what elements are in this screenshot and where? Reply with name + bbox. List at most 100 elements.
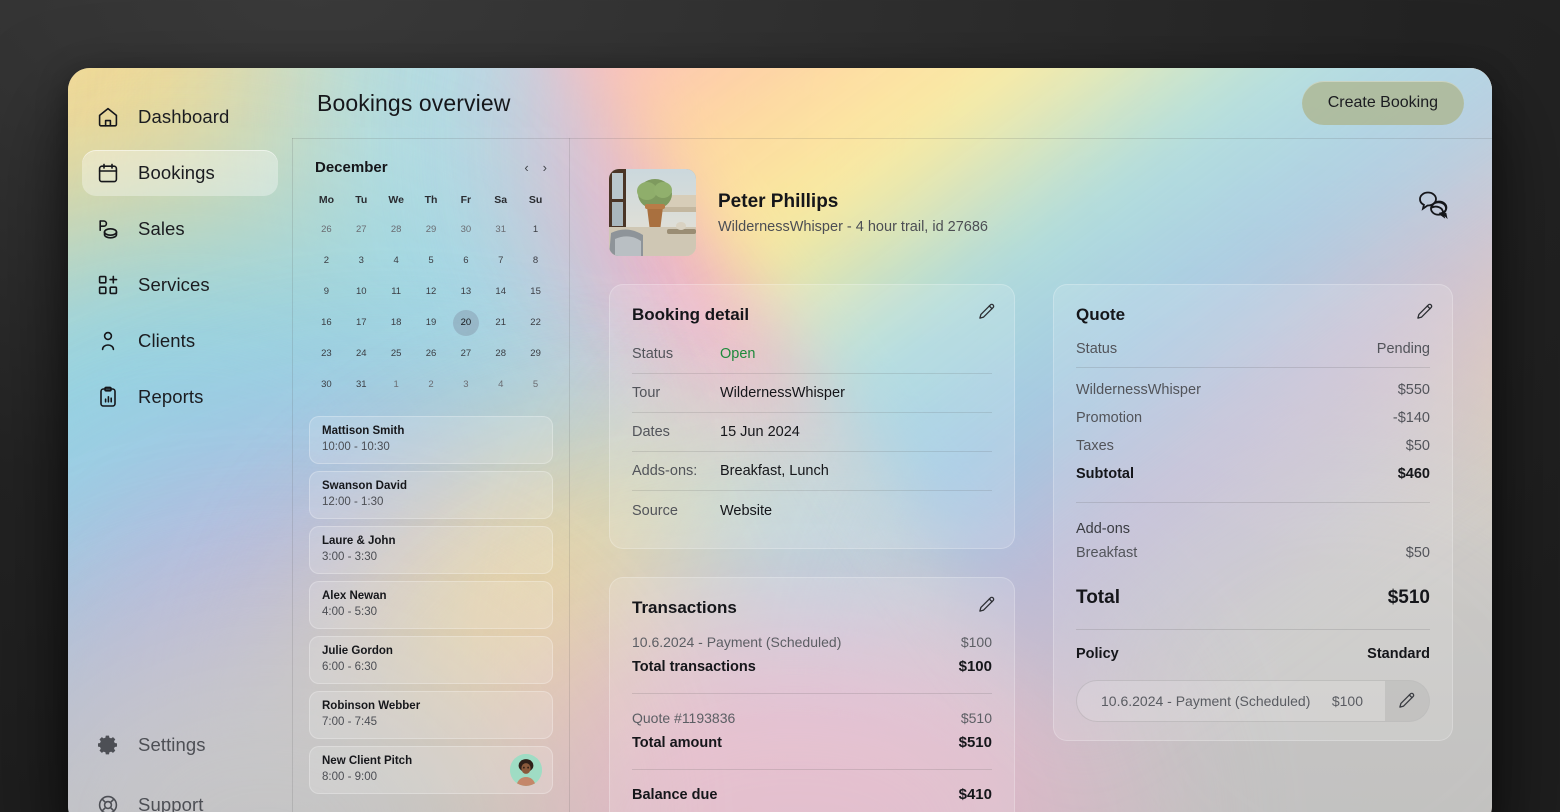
booking-detail-edit-icon[interactable] xyxy=(978,303,996,321)
booking-thumbnail xyxy=(609,169,696,256)
calendar-day[interactable]: 29 xyxy=(414,216,449,243)
calendar-day[interactable]: 29 xyxy=(518,340,553,367)
transaction-amount: $100 xyxy=(960,634,992,650)
calendar-day[interactable]: 4 xyxy=(483,371,518,398)
calendar-day[interactable]: 24 xyxy=(344,340,379,367)
appointment-item[interactable]: Robinson Webber 7:00 - 7:45 xyxy=(309,691,553,739)
calendar-header: December ‹ › xyxy=(309,157,553,176)
chevron-left-icon[interactable]: ‹ xyxy=(524,161,528,174)
sidebar-item-settings[interactable]: Settings xyxy=(82,722,278,768)
calendar-day[interactable]: 30 xyxy=(309,371,344,398)
chevron-right-icon[interactable]: › xyxy=(543,161,547,174)
chat-bubbles-icon[interactable] xyxy=(1412,185,1452,225)
calendar-day[interactable]: 17 xyxy=(344,309,379,336)
scheduled-payment-row[interactable]: 10.6.2024 - Payment (Scheduled) $100 xyxy=(1076,680,1430,722)
booking-detail-row: Dates 15 Jun 2024 xyxy=(632,413,992,452)
quote-line-amount: $50 xyxy=(1405,438,1430,454)
calendar-day[interactable]: 28 xyxy=(379,216,414,243)
calendar-day[interactable]: 2 xyxy=(309,247,344,274)
transactions-edit-icon[interactable] xyxy=(978,596,996,614)
calendar-icon xyxy=(96,161,120,185)
sidebar-item-dashboard[interactable]: Dashboard xyxy=(82,94,278,140)
appointment-item[interactable]: Alex Newan 4:00 - 5:30 xyxy=(309,581,553,629)
quote-total-row: Total $510 xyxy=(1076,581,1430,615)
calendar-day[interactable]: 9 xyxy=(309,278,344,305)
calendar-day[interactable]: 22 xyxy=(518,309,553,336)
calendar-day[interactable]: 27 xyxy=(448,340,483,367)
calendar-weekday: Tu xyxy=(355,194,368,206)
calendar-day[interactable]: 12 xyxy=(414,278,449,305)
client-header: Peter Phillips WildernessWhisper - 4 hou… xyxy=(609,169,1464,256)
client-name: Peter Phillips xyxy=(718,190,839,212)
calendar-day[interactable]: 1 xyxy=(379,371,414,398)
scheduled-payment-edit-icon[interactable] xyxy=(1385,681,1429,721)
appointment-item[interactable]: Laure & John 3:00 - 3:30 xyxy=(309,526,553,574)
calendar-grid: Mo Tu We Th Fr Sa Su 26 27 28 29 30 31 1 2 3 4 5 6 7 8 9 10 11 1… xyxy=(309,188,553,398)
sidebar-item-clients[interactable]: Clients xyxy=(82,318,278,364)
home-icon xyxy=(96,105,120,129)
calendar-day[interactable]: 27 xyxy=(344,216,379,243)
quote-line-label: WildernessWhisper xyxy=(1076,382,1201,398)
calendar-day[interactable]: 10 xyxy=(344,278,379,305)
appointment-item[interactable]: Julie Gordon 6:00 - 6:30 xyxy=(309,636,553,684)
quote-line: Taxes $50 xyxy=(1076,432,1430,460)
calendar-day[interactable]: 18 xyxy=(379,309,414,336)
appointment-item[interactable]: Swanson David 12:00 - 1:30 xyxy=(309,471,553,519)
booking-detail-row: Adds-ons: Breakfast, Lunch xyxy=(632,452,992,491)
calendar-day[interactable]: 31 xyxy=(483,216,518,243)
calendar-weekday: Sa xyxy=(494,194,508,206)
scheduled-payment-amount: $100 xyxy=(1331,693,1363,709)
calendar-day[interactable]: 3 xyxy=(448,371,483,398)
quote-status-value: Pending xyxy=(1376,341,1430,357)
calendar-day[interactable]: 26 xyxy=(414,340,449,367)
calendar-day[interactable]: 2 xyxy=(414,371,449,398)
quote-edit-icon[interactable] xyxy=(1416,303,1434,321)
calendar-day[interactable]: 5 xyxy=(414,247,449,274)
quote-policy-value: Standard xyxy=(1367,646,1430,662)
transaction-amount: $510 xyxy=(958,734,992,751)
booking-detail-row-label: Adds-ons: xyxy=(632,463,698,479)
quote-line-amount: $550 xyxy=(1397,382,1430,398)
calendar-day[interactable]: 7 xyxy=(483,247,518,274)
sidebar-item-services[interactable]: Services xyxy=(82,262,278,308)
transactions-divider-2 xyxy=(632,769,992,770)
sidebar-item-label: Clients xyxy=(138,330,196,351)
calendar-day[interactable]: 28 xyxy=(483,340,518,367)
calendar-day[interactable]: 5 xyxy=(518,371,553,398)
calendar-day[interactable]: 16 xyxy=(309,309,344,336)
calendar-day[interactable]: 3 xyxy=(344,247,379,274)
calendar-day[interactable]: 30 xyxy=(448,216,483,243)
calendar-day[interactable]: 31 xyxy=(344,371,379,398)
calendar-day-selected[interactable]: 20 xyxy=(448,309,483,336)
calendar-day[interactable]: 14 xyxy=(483,278,518,305)
quote-addons-header: Add-ons xyxy=(1076,513,1430,539)
calendar-day[interactable]: 21 xyxy=(483,309,518,336)
calendar-day[interactable]: 23 xyxy=(309,340,344,367)
detail-panel: Peter Phillips WildernessWhisper - 4 hou… xyxy=(569,139,1492,812)
calendar-day[interactable]: 1 xyxy=(518,216,553,243)
calendar-day[interactable]: 6 xyxy=(448,247,483,274)
appointment-item[interactable]: New Client Pitch 8:00 - 9:00 xyxy=(309,746,553,794)
quote-line: WildernessWhisper $550 xyxy=(1076,376,1430,404)
calendar-day[interactable]: 19 xyxy=(414,309,449,336)
calendar-day[interactable]: 25 xyxy=(379,340,414,367)
coins-icon xyxy=(96,217,120,241)
sidebar-item-sales[interactable]: Sales xyxy=(82,206,278,252)
calendar-day[interactable]: 26 xyxy=(309,216,344,243)
calendar-day[interactable]: 13 xyxy=(448,278,483,305)
appointment-item[interactable]: Mattison Smith 10:00 - 10:30 xyxy=(309,416,553,464)
appointment-name: Mattison Smith xyxy=(322,425,405,437)
calendar-day[interactable]: 8 xyxy=(518,247,553,274)
calendar-day[interactable]: 4 xyxy=(379,247,414,274)
sidebar-item-label: Bookings xyxy=(138,162,215,183)
calendar-day[interactable]: 11 xyxy=(379,278,414,305)
create-booking-button[interactable]: Create Booking xyxy=(1301,81,1464,125)
booking-detail-row-value: Open xyxy=(720,346,756,362)
sidebar-item-bookings[interactable]: Bookings xyxy=(82,150,278,196)
appointment-time: 8:00 - 9:00 xyxy=(322,771,377,783)
left-card-column: Booking detail Status Open Tour WildernessW… xyxy=(609,284,1015,812)
sidebar-item-reports[interactable]: Reports xyxy=(82,374,278,420)
calendar-day[interactable]: 15 xyxy=(518,278,553,305)
quote-line-label: Taxes xyxy=(1076,438,1114,454)
sidebar-item-support[interactable]: Support xyxy=(82,782,278,812)
